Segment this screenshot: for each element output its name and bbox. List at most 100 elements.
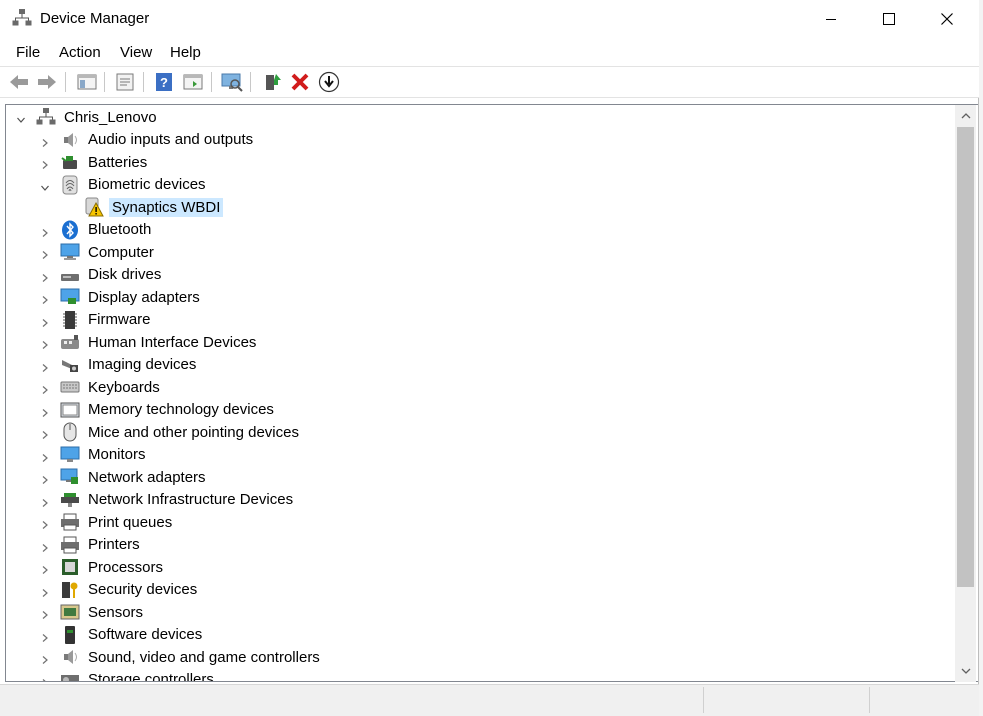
expand-chevron-icon[interactable] bbox=[40, 157, 50, 169]
expand-chevron-icon[interactable] bbox=[40, 517, 50, 529]
tree-item-label: Batteries bbox=[88, 153, 148, 171]
disk-drive-icon bbox=[60, 265, 80, 285]
uninstall-device-icon[interactable] bbox=[289, 71, 311, 93]
fingerprint-icon bbox=[60, 175, 80, 195]
collapse-chevron-icon[interactable] bbox=[40, 180, 50, 191]
action-pane-icon[interactable] bbox=[182, 71, 204, 93]
tree-item-label: Human Interface Devices bbox=[88, 333, 257, 351]
software-device-icon bbox=[60, 625, 80, 645]
menu-action[interactable]: Action bbox=[59, 44, 101, 61]
menu-bar: File Action View Help bbox=[0, 38, 979, 66]
monitor-icon bbox=[60, 445, 80, 465]
camera-icon bbox=[60, 355, 80, 375]
scan-hardware-icon[interactable] bbox=[221, 71, 243, 93]
hid-icon bbox=[60, 332, 80, 352]
expand-chevron-icon[interactable] bbox=[40, 630, 50, 642]
tree-root-chris-lenovo[interactable]: Chris_Lenovo bbox=[17, 106, 160, 128]
tree-category-sensors[interactable]: Sensors bbox=[42, 601, 146, 623]
tree-item-label: Network adapters bbox=[88, 468, 206, 486]
expand-chevron-icon[interactable] bbox=[40, 450, 50, 462]
tree-category-print-queues[interactable]: Print queues bbox=[42, 511, 175, 533]
tree-category-bluetooth[interactable]: Bluetooth bbox=[42, 219, 154, 241]
vertical-scrollbar[interactable] bbox=[955, 105, 976, 682]
scrollbar-thumb[interactable] bbox=[957, 127, 974, 587]
print-queue-icon bbox=[60, 512, 80, 532]
expand-chevron-icon[interactable] bbox=[40, 360, 50, 372]
tree-item-label: Computer bbox=[88, 243, 154, 261]
expand-chevron-icon[interactable] bbox=[40, 225, 50, 237]
expand-chevron-icon[interactable] bbox=[40, 585, 50, 597]
speaker-icon bbox=[60, 130, 80, 150]
expand-chevron-icon[interactable] bbox=[40, 135, 50, 147]
tree-category-audio-inputs-and-outputs[interactable]: Audio inputs and outputs bbox=[42, 129, 256, 151]
help-icon[interactable]: ? bbox=[153, 71, 175, 93]
tree-category-storage-controllers[interactable]: Storage controllers bbox=[42, 669, 217, 681]
tree-category-firmware[interactable]: Firmware bbox=[42, 309, 154, 331]
menu-view[interactable]: View bbox=[120, 44, 152, 61]
tree-item-label: Sensors bbox=[88, 603, 144, 621]
status-bar bbox=[0, 684, 979, 716]
tree-category-monitors[interactable]: Monitors bbox=[42, 444, 149, 466]
tree-category-imaging-devices[interactable]: Imaging devices bbox=[42, 354, 199, 376]
tree-category-sound-video-and-game-controllers[interactable]: Sound, video and game controllers bbox=[42, 646, 323, 668]
menu-file[interactable]: File bbox=[16, 44, 40, 61]
scroll-down-icon[interactable] bbox=[955, 661, 976, 681]
download-driver-icon[interactable] bbox=[318, 71, 340, 93]
expand-chevron-icon[interactable] bbox=[40, 607, 50, 619]
expand-chevron-icon[interactable] bbox=[40, 270, 50, 282]
tree-item-label: Mice and other pointing devices bbox=[88, 423, 299, 441]
expand-chevron-icon[interactable] bbox=[40, 495, 50, 507]
expand-chevron-icon[interactable] bbox=[40, 675, 50, 681]
maximize-button[interactable] bbox=[860, 0, 918, 38]
tree-category-biometric-devices[interactable]: Biometric devices bbox=[41, 174, 209, 196]
network-infra-icon bbox=[60, 490, 80, 510]
display-adapter-icon bbox=[60, 287, 80, 307]
back-arrow-icon[interactable] bbox=[8, 71, 30, 93]
tree-category-processors[interactable]: Processors bbox=[42, 556, 166, 578]
collapse-chevron-icon[interactable] bbox=[16, 112, 26, 123]
expand-chevron-icon[interactable] bbox=[40, 562, 50, 574]
warning-device-icon bbox=[84, 197, 104, 217]
tree-category-display-adapters[interactable]: Display adapters bbox=[42, 286, 203, 308]
expand-chevron-icon[interactable] bbox=[40, 292, 50, 304]
tree-category-software-devices[interactable]: Software devices bbox=[42, 624, 205, 646]
expand-chevron-icon[interactable] bbox=[40, 652, 50, 664]
keyboard-icon bbox=[60, 377, 80, 397]
expand-chevron-icon[interactable] bbox=[40, 472, 50, 484]
tree-item-label: Print queues bbox=[88, 513, 173, 531]
printer-icon bbox=[60, 535, 80, 555]
tree-item-label: Security devices bbox=[88, 581, 198, 598]
forward-arrow-icon[interactable] bbox=[36, 71, 58, 93]
sensor-icon bbox=[60, 602, 80, 622]
show-hide-console-tree-icon[interactable] bbox=[76, 71, 98, 93]
close-button[interactable] bbox=[918, 0, 976, 38]
tree-device-synaptics-wbdi[interactable]: Synaptics WBDI bbox=[84, 196, 224, 218]
expand-chevron-icon[interactable] bbox=[40, 540, 50, 552]
minimize-button[interactable] bbox=[802, 0, 860, 38]
tree-category-keyboards[interactable]: Keyboards bbox=[42, 376, 163, 398]
expand-chevron-icon[interactable] bbox=[40, 337, 50, 349]
update-driver-icon[interactable] bbox=[261, 71, 283, 93]
expand-chevron-icon[interactable] bbox=[40, 382, 50, 394]
tree-category-network-infrastructure-devices[interactable]: Network Infrastructure Devices bbox=[42, 489, 296, 511]
tree-category-batteries[interactable]: Batteries bbox=[42, 151, 150, 173]
scroll-up-icon[interactable] bbox=[955, 106, 976, 126]
tree-category-computer[interactable]: Computer bbox=[42, 241, 157, 263]
tree-category-memory-technology-devices[interactable]: Memory technology devices bbox=[42, 399, 277, 421]
tree-category-printers[interactable]: Printers bbox=[42, 534, 143, 556]
menu-help[interactable]: Help bbox=[170, 44, 201, 61]
tree-category-network-adapters[interactable]: Network adapters bbox=[42, 466, 209, 488]
tree-category-human-interface-devices[interactable]: Human Interface Devices bbox=[42, 331, 259, 353]
expand-chevron-icon[interactable] bbox=[40, 427, 50, 439]
tree-category-mice-and-other-pointing-devices[interactable]: Mice and other pointing devices bbox=[42, 421, 302, 443]
expand-chevron-icon[interactable] bbox=[40, 247, 50, 259]
title-bar: Device Manager bbox=[0, 0, 979, 38]
properties-icon[interactable] bbox=[114, 71, 136, 93]
tree-category-disk-drives[interactable]: Disk drives bbox=[42, 264, 164, 286]
tree-category-security-devices[interactable]: Security devices bbox=[42, 579, 200, 601]
firmware-chip-icon bbox=[60, 310, 80, 330]
expand-chevron-icon[interactable] bbox=[40, 405, 50, 417]
tree-item-label: Sound, video and game controllers bbox=[88, 648, 320, 666]
expand-chevron-icon[interactable] bbox=[40, 315, 50, 327]
root-computer-icon bbox=[36, 107, 56, 127]
